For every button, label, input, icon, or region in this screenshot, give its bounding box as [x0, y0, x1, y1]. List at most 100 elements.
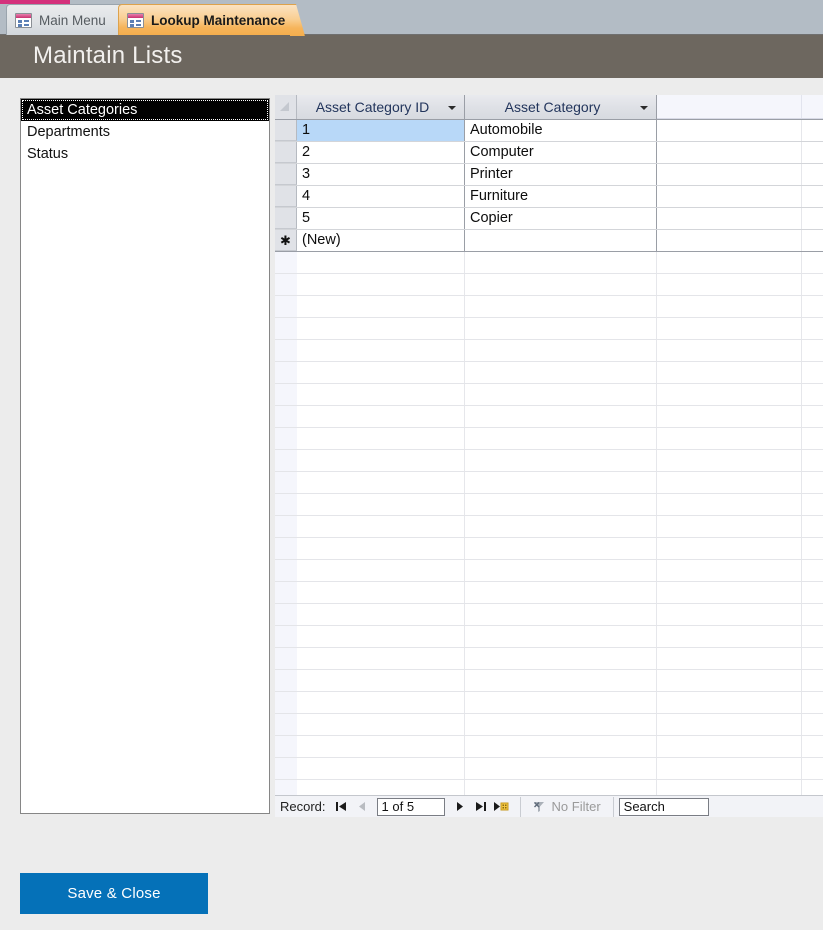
empty-row — [275, 758, 823, 780]
empty-cell — [465, 384, 657, 405]
tab-lookup-maintenance-label: Lookup Maintenance — [151, 12, 286, 28]
cell-asset-category[interactable] — [465, 230, 657, 251]
empty-row — [275, 560, 823, 582]
column-header-label: Asset Category — [504, 99, 601, 115]
empty-cell — [297, 626, 465, 647]
empty-row-selector — [275, 736, 297, 757]
cell-asset-category[interactable]: Copier — [465, 208, 657, 229]
cell-asset-category-id[interactable]: 5 — [297, 208, 465, 229]
previous-record-icon[interactable] — [352, 797, 373, 817]
document-tab-strip: Main Menu Lookup Maintenance — [0, 0, 823, 35]
empty-row — [275, 736, 823, 758]
save-and-close-button[interactable]: Save & Close — [20, 873, 208, 914]
empty-cell — [657, 780, 823, 795]
form-icon — [127, 12, 144, 28]
row-selector[interactable] — [275, 186, 297, 207]
filter-off-icon — [533, 801, 544, 812]
table-row[interactable]: 2 Computer — [275, 142, 823, 164]
empty-cell — [465, 274, 657, 295]
record-number-input[interactable] — [376, 797, 445, 816]
cell-asset-category[interactable]: Computer — [465, 142, 657, 163]
empty-cell — [657, 560, 823, 581]
row-selector[interactable] — [275, 208, 297, 229]
column-header-asset-category[interactable]: Asset Category — [465, 95, 657, 119]
tab-lookup-maintenance[interactable]: Lookup Maintenance — [118, 4, 293, 35]
select-all-corner[interactable] — [275, 95, 297, 119]
empty-cell — [465, 450, 657, 471]
empty-row — [275, 648, 823, 670]
empty-cell — [657, 714, 823, 735]
empty-cell — [465, 780, 657, 795]
empty-cell — [465, 604, 657, 625]
cell-asset-category-id[interactable]: 2 — [297, 142, 465, 163]
empty-cell — [465, 428, 657, 449]
empty-row — [275, 406, 823, 428]
empty-row-selector — [275, 604, 297, 625]
empty-cell — [297, 384, 465, 405]
cell-asset-category[interactable]: Printer — [465, 164, 657, 185]
empty-row-selector — [275, 296, 297, 317]
filter-status-button[interactable]: No Filter — [527, 799, 607, 814]
column-header-asset-category-id[interactable]: Asset Category ID — [297, 95, 465, 119]
cell-asset-category-id[interactable]: 4 — [297, 186, 465, 207]
next-record-icon[interactable] — [449, 797, 470, 817]
cell-empty — [657, 208, 823, 229]
empty-cell — [297, 362, 465, 383]
new-record-row-selector[interactable]: ✱ — [275, 230, 297, 251]
empty-cell — [465, 340, 657, 361]
cell-asset-category[interactable]: Automobile — [465, 120, 657, 141]
empty-cell — [465, 560, 657, 581]
empty-row — [275, 428, 823, 450]
empty-cell — [297, 472, 465, 493]
empty-cell — [657, 604, 823, 625]
chevron-down-icon[interactable] — [448, 106, 456, 110]
datasheet-grid[interactable]: Asset Category ID Asset Category 1 Autom… — [275, 95, 823, 795]
first-record-icon[interactable] — [331, 797, 352, 817]
table-row[interactable]: 3 Printer — [275, 164, 823, 186]
empty-cell — [657, 252, 823, 273]
empty-row — [275, 274, 823, 296]
empty-cell — [657, 450, 823, 471]
empty-row-selector — [275, 318, 297, 339]
table-row[interactable]: 1 Automobile — [275, 120, 823, 142]
empty-cell — [657, 318, 823, 339]
table-row[interactable]: 4 Furniture — [275, 186, 823, 208]
empty-row-selector — [275, 384, 297, 405]
chevron-down-icon[interactable] — [640, 106, 648, 110]
tab-main-menu[interactable]: Main Menu — [6, 4, 121, 35]
empty-row-selector — [275, 428, 297, 449]
table-row-new[interactable]: ✱ (New) — [275, 230, 823, 252]
cell-asset-category-id[interactable]: 1 — [297, 120, 465, 141]
row-selector[interactable] — [275, 142, 297, 163]
empty-row-selector — [275, 494, 297, 515]
list-item[interactable]: Departments — [21, 121, 269, 143]
empty-row — [275, 384, 823, 406]
row-selector[interactable] — [275, 164, 297, 185]
empty-cell — [465, 296, 657, 317]
record-label: Record: — [280, 799, 326, 814]
cell-asset-category-id[interactable]: (New) — [297, 230, 465, 251]
cell-empty — [657, 120, 823, 141]
cell-asset-category-id[interactable]: 3 — [297, 164, 465, 185]
empty-cell — [657, 670, 823, 691]
last-record-icon[interactable] — [470, 797, 491, 817]
empty-row — [275, 670, 823, 692]
cell-asset-category[interactable]: Furniture — [465, 186, 657, 207]
empty-cell — [465, 252, 657, 273]
search-input[interactable] — [618, 797, 709, 816]
new-record-icon[interactable] — [491, 797, 512, 817]
empty-cell — [465, 714, 657, 735]
row-selector[interactable] — [275, 120, 297, 141]
empty-cell — [465, 362, 657, 383]
form-icon — [15, 12, 32, 28]
empty-row-selector — [275, 538, 297, 559]
form-body: Asset Categories Departments Status Asse… — [0, 78, 823, 930]
list-item[interactable]: Asset Categories — [21, 99, 269, 121]
empty-row-selector — [275, 670, 297, 691]
record-navigation-bar: Record: 1 of 5 No Filter Search — [275, 795, 823, 817]
lookup-list-box[interactable]: Asset Categories Departments Status — [20, 98, 270, 814]
list-item[interactable]: Status — [21, 143, 269, 165]
empty-cell — [297, 406, 465, 427]
empty-cell — [657, 692, 823, 713]
table-row[interactable]: 5 Copier — [275, 208, 823, 230]
